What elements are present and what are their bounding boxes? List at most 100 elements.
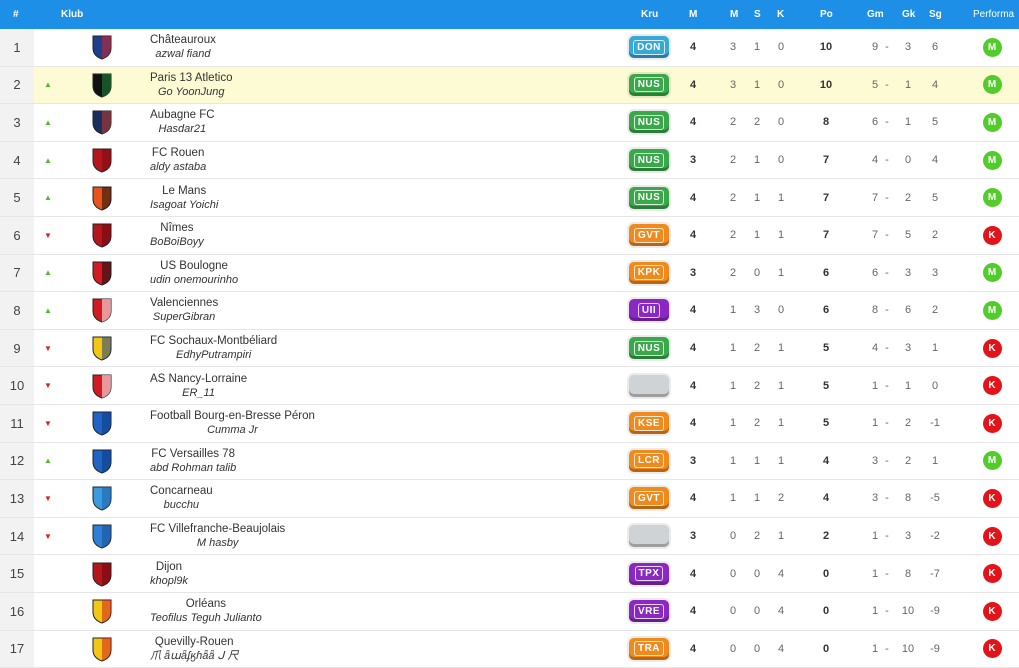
club-name[interactable]: Nîmes	[160, 221, 193, 235]
table-row[interactable]: 15 Dijon khopl9k TPX 4 0 0 4 0 1 - 8 -7 …	[0, 555, 1019, 593]
crew-badge[interactable]: VRE	[627, 593, 671, 630]
club-name[interactable]: Quevilly-Rouen	[155, 635, 234, 649]
header-ga[interactable]: Gk	[902, 9, 915, 20]
club-info[interactable]: FC Sochaux-Montbéliard EdhyPutrampiri	[150, 330, 277, 367]
club-info[interactable]: Le Mans Isagoat Yoichi	[150, 179, 218, 216]
table-row[interactable]: 16 Orléans Teofilus Teguh Julianto VRE 4…	[0, 593, 1019, 631]
manager-name[interactable]: aldy astaba	[150, 160, 206, 174]
crew-badge[interactable]: UII	[627, 292, 671, 329]
header-points[interactable]: Po	[820, 9, 833, 20]
header-won[interactable]: M	[730, 9, 738, 20]
goal-separator: -	[882, 518, 892, 555]
club-info[interactable]: FC Rouen aldy astaba	[150, 142, 206, 179]
performance-badge: K	[980, 367, 1004, 404]
table-row[interactable]: 4 ▲ FC Rouen aldy astaba NUS 3 2 1 0 7 4…	[0, 142, 1019, 180]
table-row[interactable]: 12 ▲ FC Versailles 78 abd Rohman talib L…	[0, 443, 1019, 481]
header-pos[interactable]: #	[13, 9, 19, 20]
manager-name[interactable]: Cumma Jr	[207, 423, 258, 437]
crew-badge[interactable]: NUS	[627, 104, 671, 141]
table-row[interactable]: 11 ▼ Football Bourg-en-Bresse Péron Cumm…	[0, 405, 1019, 443]
manager-name[interactable]: EdhyPutrampiri	[176, 348, 251, 362]
club-info[interactable]: FC Villefranche-Beaujolais M hasby	[150, 518, 285, 555]
header-kru[interactable]: Kru	[641, 9, 658, 20]
club-name[interactable]: Valenciennes	[150, 296, 218, 310]
manager-name[interactable]: Teofilus Teguh Julianto	[150, 611, 262, 625]
manager-name[interactable]: M hasby	[197, 536, 239, 550]
crew-badge[interactable]: GVT	[627, 480, 671, 517]
table-row[interactable]: 3 ▲ Aubagne FC Hasdar21 NUS 4 2 2 0 8 6 …	[0, 104, 1019, 142]
table-row[interactable]: 1 Châteauroux azwal fiand DON 4 3 1 0 10…	[0, 29, 1019, 67]
club-info[interactable]: Football Bourg-en-Bresse Péron Cumma Jr	[150, 405, 315, 442]
table-row[interactable]: 14 ▼ FC Villefranche-Beaujolais M hasby …	[0, 518, 1019, 556]
manager-name[interactable]: udin onemourinho	[150, 273, 238, 287]
header-gf[interactable]: Gm	[867, 9, 884, 20]
club-name[interactable]: FC Rouen	[152, 146, 204, 160]
club-info[interactable]: Nîmes BoBoiBoyy	[150, 217, 204, 254]
club-info[interactable]: Concarneau bucchu	[150, 480, 213, 517]
crew-badge[interactable]: LCR	[627, 443, 671, 480]
club-info[interactable]: Orléans Teofilus Teguh Julianto	[150, 593, 262, 630]
table-row[interactable]: 17 Quevilly-Rouen 爪 ǟաǟʄӄɦǟǟ ᒍ 尺 TRA 4 0…	[0, 631, 1019, 668]
manager-name[interactable]: khopl9k	[150, 574, 188, 588]
header-played[interactable]: M	[689, 9, 697, 20]
manager-name[interactable]: abd Rohman talib	[150, 461, 236, 475]
table-row[interactable]: 6 ▼ Nîmes BoBoiBoyy GVT 4 2 1 1 7 7 - 5 …	[0, 217, 1019, 255]
crew-badge[interactable]: NUS	[627, 142, 671, 179]
crew-badge[interactable]: NUS	[627, 179, 671, 216]
club-name[interactable]: Châteauroux	[150, 33, 216, 47]
table-row[interactable]: 2 ▲ Paris 13 Atletico Go YoonJung NUS 4 …	[0, 67, 1019, 105]
club-name[interactable]: Paris 13 Atletico	[150, 71, 232, 85]
club-name[interactable]: Football Bourg-en-Bresse Péron	[150, 409, 315, 423]
manager-name[interactable]: Isagoat Yoichi	[150, 198, 218, 212]
manager-name[interactable]: BoBoiBoyy	[150, 235, 204, 249]
club-info[interactable]: FC Versailles 78 abd Rohman talib	[150, 443, 236, 480]
club-info[interactable]: US Boulogne udin onemourinho	[150, 255, 238, 292]
drawn: 2	[747, 367, 767, 404]
club-name[interactable]: Dijon	[156, 560, 182, 574]
header-drawn[interactable]: S	[754, 9, 761, 20]
table-row[interactable]: 9 ▼ FC Sochaux-Montbéliard EdhyPutrampir…	[0, 330, 1019, 368]
table-row[interactable]: 5 ▲ Le Mans Isagoat Yoichi NUS 4 2 1 1 7…	[0, 179, 1019, 217]
points: 4	[816, 443, 836, 480]
header-perf[interactable]: Performa	[973, 9, 1014, 20]
club-name[interactable]: FC Sochaux-Montbéliard	[150, 334, 277, 348]
club-info[interactable]: Aubagne FC Hasdar21	[150, 104, 215, 141]
header-gd[interactable]: Sg	[929, 9, 942, 20]
club-name[interactable]: FC Villefranche-Beaujolais	[150, 522, 285, 536]
club-name[interactable]: Concarneau	[150, 484, 213, 498]
manager-name[interactable]: ER_11	[182, 386, 215, 400]
manager-name[interactable]: SuperGibran	[153, 310, 215, 324]
manager-name[interactable]: azwal fiand	[155, 47, 210, 61]
crew-badge[interactable]: TPX	[627, 555, 671, 592]
crew-badge[interactable]: GVT	[627, 217, 671, 254]
goal-separator: -	[882, 217, 892, 254]
manager-name[interactable]: 爪 ǟաǟʄӄɦǟǟ ᒍ 尺	[150, 649, 238, 663]
club-info[interactable]: Châteauroux azwal fiand	[150, 29, 216, 66]
club-info[interactable]: Valenciennes SuperGibran	[150, 292, 218, 329]
club-name[interactable]: Aubagne FC	[150, 108, 215, 122]
table-row[interactable]: 13 ▼ Concarneau bucchu GVT 4 1 1 2 4 3 -…	[0, 480, 1019, 518]
table-row[interactable]: 10 ▼ AS Nancy-Lorraine ER_11 4 1 2 1 5 1…	[0, 367, 1019, 405]
crew-badge[interactable]	[627, 367, 671, 404]
club-name[interactable]: Le Mans	[162, 184, 206, 198]
club-name[interactable]: FC Versailles 78	[151, 447, 235, 461]
header-lost[interactable]: K	[777, 9, 784, 20]
crew-badge[interactable]	[627, 518, 671, 555]
crew-badge[interactable]: KPK	[627, 255, 671, 292]
club-info[interactable]: Dijon khopl9k	[150, 555, 188, 592]
crew-badge[interactable]: KSE	[627, 405, 671, 442]
club-info[interactable]: Paris 13 Atletico Go YoonJung	[150, 67, 232, 104]
header-club[interactable]: Klub	[61, 9, 83, 20]
manager-name[interactable]: bucchu	[164, 498, 199, 512]
crew-badge[interactable]: NUS	[627, 330, 671, 367]
table-row[interactable]: 7 ▲ US Boulogne udin onemourinho KPK 3 2…	[0, 255, 1019, 293]
club-info[interactable]: AS Nancy-Lorraine ER_11	[150, 367, 247, 404]
table-row[interactable]: 8 ▲ Valenciennes SuperGibran UII 4 1 3 0…	[0, 292, 1019, 330]
club-name[interactable]: AS Nancy-Lorraine	[150, 372, 247, 386]
club-name[interactable]: US Boulogne	[160, 259, 228, 273]
manager-name[interactable]: Hasdar21	[158, 122, 206, 136]
crew-badge[interactable]: NUS	[627, 67, 671, 104]
crew-badge[interactable]: DON	[627, 29, 671, 66]
manager-name[interactable]: Go YoonJung	[158, 85, 224, 99]
club-name[interactable]: Orléans	[186, 597, 226, 611]
